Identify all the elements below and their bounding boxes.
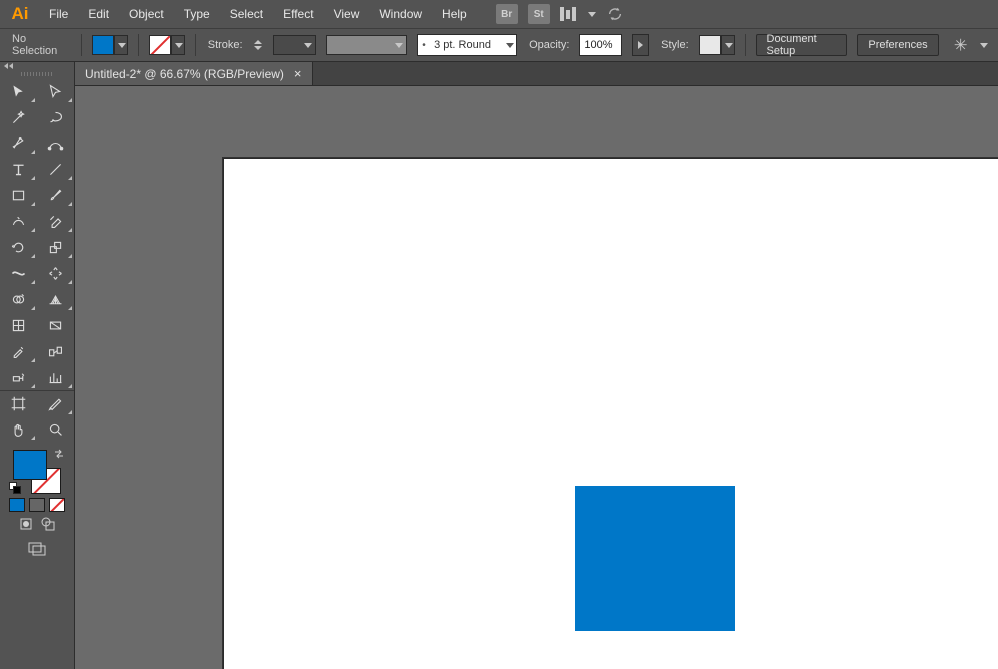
stroke-weight-stepper[interactable] bbox=[253, 35, 263, 55]
curvature-tool[interactable] bbox=[37, 130, 74, 156]
arrange-dropdown-caret[interactable] bbox=[588, 12, 596, 17]
shape-builder-tool[interactable] bbox=[0, 286, 37, 312]
menu-bar: Ai File Edit Object Type Select Effect V… bbox=[0, 0, 998, 28]
menu-edit[interactable]: Edit bbox=[79, 3, 118, 25]
tools-panel bbox=[0, 62, 75, 669]
variable-width-profile[interactable] bbox=[326, 35, 407, 55]
paintbrush-tool[interactable] bbox=[37, 182, 74, 208]
menubar-right: Br St bbox=[496, 4, 624, 24]
fill-proxy-icon[interactable] bbox=[13, 450, 47, 480]
tool-grid bbox=[0, 78, 74, 442]
free-transform-tool[interactable] bbox=[37, 260, 74, 286]
document-tab-label: Untitled-2* @ 66.67% (RGB/Preview) bbox=[85, 67, 284, 81]
style-label: Style: bbox=[661, 39, 689, 51]
screen-mode-row bbox=[0, 541, 74, 560]
hand-tool[interactable] bbox=[0, 416, 37, 442]
width-tool[interactable] bbox=[0, 260, 37, 286]
default-fill-stroke-icon[interactable] bbox=[9, 482, 21, 494]
stroke-weight-field[interactable] bbox=[273, 35, 316, 55]
document-tab[interactable]: Untitled-2* @ 66.67% (RGB/Preview) × bbox=[75, 62, 313, 85]
menu-window[interactable]: Window bbox=[370, 3, 431, 25]
close-tab-icon[interactable]: × bbox=[294, 66, 302, 81]
arrange-documents-icon[interactable] bbox=[560, 7, 576, 21]
brush-preview-icon: • bbox=[418, 35, 430, 55]
scale-tool[interactable] bbox=[37, 234, 74, 260]
swap-fill-stroke-icon[interactable] bbox=[53, 448, 65, 460]
rectangle-object[interactable] bbox=[575, 486, 735, 631]
align-dropdown-caret[interactable] bbox=[980, 43, 988, 48]
magic-wand-tool[interactable] bbox=[0, 104, 37, 130]
symbol-sprayer-tool[interactable] bbox=[0, 364, 37, 390]
color-mode-color-icon[interactable] bbox=[9, 498, 25, 512]
menu-help[interactable]: Help bbox=[433, 3, 476, 25]
opacity-field[interactable]: 100% bbox=[579, 34, 621, 56]
menu-effect[interactable]: Effect bbox=[274, 3, 322, 25]
fill-stroke-proxy[interactable] bbox=[9, 448, 65, 494]
graphic-style-dropdown[interactable] bbox=[699, 35, 735, 55]
stroke-dropdown-caret[interactable] bbox=[171, 35, 185, 55]
screen-mode-icon[interactable] bbox=[27, 541, 47, 560]
preferences-button[interactable]: Preferences bbox=[857, 34, 938, 56]
graphic-style-swatch-icon bbox=[699, 35, 721, 55]
selection-tool[interactable] bbox=[0, 78, 37, 104]
menu-select[interactable]: Select bbox=[221, 3, 272, 25]
workspace: Untitled-2* @ 66.67% (RGB/Preview) × bbox=[0, 62, 998, 669]
blend-tool[interactable] bbox=[37, 338, 74, 364]
menu-view[interactable]: View bbox=[325, 3, 369, 25]
color-mode-none-icon[interactable] bbox=[49, 498, 65, 512]
type-tool[interactable] bbox=[0, 156, 37, 182]
shaper-tool[interactable] bbox=[0, 208, 37, 234]
rotate-tool[interactable] bbox=[0, 234, 37, 260]
opacity-label: Opacity: bbox=[529, 39, 569, 51]
stroke-label: Stroke: bbox=[208, 39, 243, 51]
color-mode-row bbox=[0, 498, 74, 512]
zoom-tool[interactable] bbox=[37, 416, 74, 442]
perspective-grid-tool[interactable] bbox=[37, 286, 74, 312]
document-tab-strip: Untitled-2* @ 66.67% (RGB/Preview) × bbox=[75, 62, 998, 86]
stock-icon[interactable]: St bbox=[528, 4, 550, 24]
mesh-tool[interactable] bbox=[0, 312, 37, 338]
brush-definition-field[interactable]: • 3 pt. Round bbox=[417, 34, 517, 56]
control-bar: No Selection Stroke: • 3 pt. Round Opaci… bbox=[0, 28, 998, 62]
selection-status: No Selection bbox=[10, 33, 71, 57]
rectangle-tool[interactable] bbox=[0, 182, 37, 208]
fill-swatch-dropdown[interactable] bbox=[92, 35, 128, 55]
column-graph-tool[interactable] bbox=[37, 364, 74, 390]
menu-file[interactable]: File bbox=[40, 3, 77, 25]
lasso-tool[interactable] bbox=[37, 104, 74, 130]
eraser-tool[interactable] bbox=[37, 208, 74, 234]
gradient-tool[interactable] bbox=[37, 312, 74, 338]
eyedropper-tool[interactable] bbox=[0, 338, 37, 364]
app-logo: Ai bbox=[8, 3, 32, 25]
color-mode-gradient-icon[interactable] bbox=[29, 498, 45, 512]
fill-swatch-icon bbox=[92, 35, 114, 55]
opacity-more-button[interactable] bbox=[632, 34, 649, 56]
draw-normal-icon[interactable] bbox=[18, 516, 34, 535]
draw-behind-icon[interactable] bbox=[40, 516, 56, 535]
brush-name: 3 pt. Round bbox=[430, 39, 502, 51]
sync-settings-icon[interactable] bbox=[606, 5, 624, 23]
fill-dropdown-caret[interactable] bbox=[114, 35, 128, 55]
pen-tool[interactable] bbox=[0, 130, 37, 156]
tools-grip[interactable] bbox=[0, 70, 74, 78]
menu-object[interactable]: Object bbox=[120, 3, 173, 25]
artboard-tool[interactable] bbox=[0, 390, 37, 416]
direct-selection-tool[interactable] bbox=[37, 78, 74, 104]
stroke-swatch-dropdown[interactable] bbox=[149, 35, 185, 55]
brush-dropdown-caret[interactable] bbox=[502, 35, 516, 55]
bridge-icon[interactable]: Br bbox=[496, 4, 518, 24]
align-to-icon[interactable] bbox=[953, 36, 968, 54]
document-setup-button[interactable]: Document Setup bbox=[756, 34, 848, 56]
slice-tool[interactable] bbox=[37, 390, 74, 416]
canvas[interactable] bbox=[75, 86, 998, 669]
graphic-style-caret[interactable] bbox=[721, 35, 735, 55]
document-area: Untitled-2* @ 66.67% (RGB/Preview) × bbox=[75, 62, 998, 669]
menu-type[interactable]: Type bbox=[175, 3, 219, 25]
tools-collapse-button[interactable] bbox=[0, 62, 74, 70]
draw-mode-row bbox=[0, 516, 74, 535]
line-segment-tool[interactable] bbox=[37, 156, 74, 182]
stroke-swatch-icon bbox=[149, 35, 171, 55]
